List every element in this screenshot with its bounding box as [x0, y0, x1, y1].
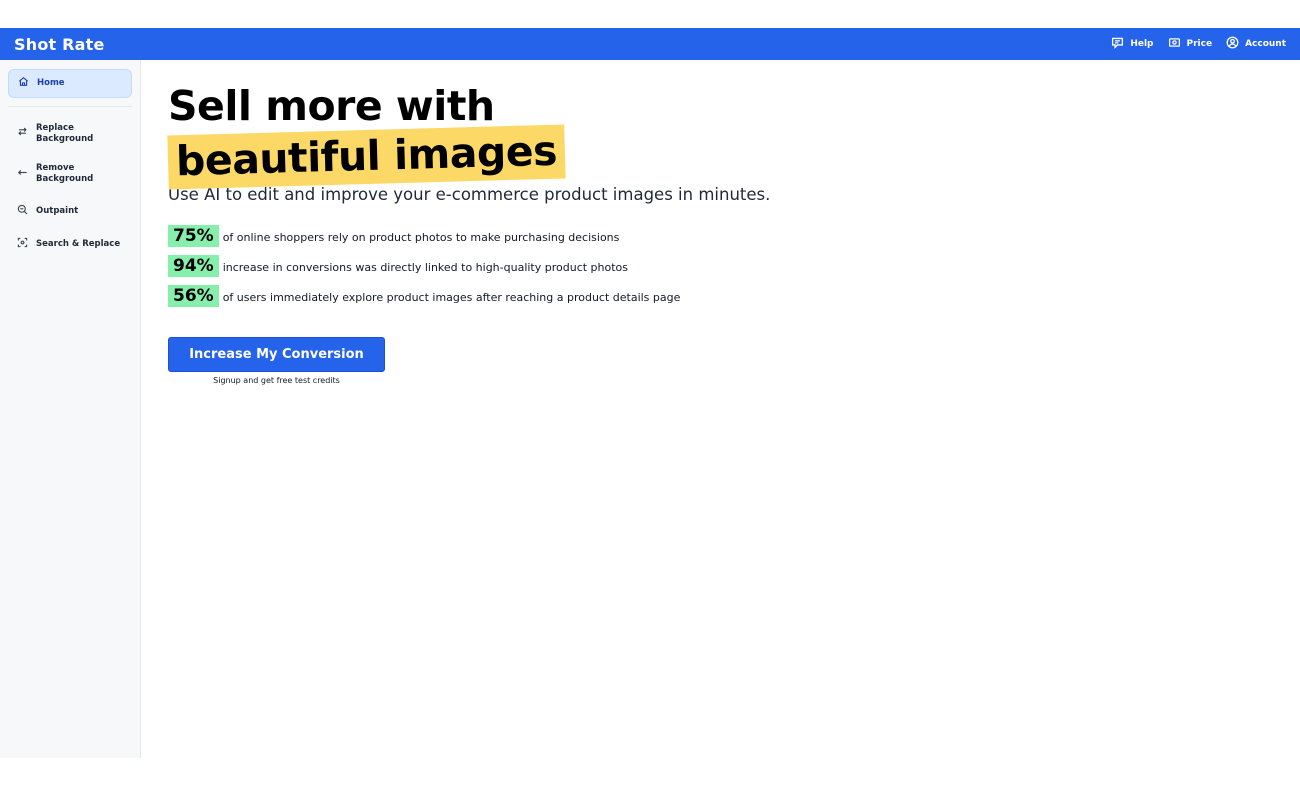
nav-account-label: Account — [1245, 39, 1286, 49]
top-spacer — [0, 0, 1300, 28]
sidebar-item-search-replace[interactable]: Search & Replace — [8, 231, 132, 258]
nav-help-link[interactable]: Help — [1111, 36, 1154, 52]
cta-section: Increase My Conversion Signup and get fr… — [168, 337, 385, 385]
hero-title-highlight: beautiful images — [167, 124, 566, 190]
top-navbar: Shot Rate Help Price Account — [0, 28, 1300, 60]
nav-price-label: Price — [1186, 39, 1213, 49]
sidebar: Home Replace Background Remove Backgroun… — [0, 60, 141, 758]
sidebar-divider — [8, 106, 132, 107]
nav-account-link[interactable]: Account — [1226, 36, 1286, 52]
sidebar-item-remove-background[interactable]: Remove Background — [8, 157, 132, 190]
sidebar-item-home[interactable]: Home — [8, 69, 132, 98]
nav-help-label: Help — [1130, 39, 1154, 49]
stat-value-badge: 94% — [168, 255, 219, 277]
stat-value-badge: 56% — [168, 285, 219, 307]
hero-subtitle: Use AI to edit and improve your e-commer… — [168, 185, 771, 204]
increase-conversion-button[interactable]: Increase My Conversion — [168, 337, 385, 372]
main-content: Sell more with beautiful images Use AI t… — [141, 60, 1300, 758]
sidebar-item-label: Outpaint — [36, 205, 79, 216]
cta-note: Signup and get free test credits — [213, 376, 340, 385]
hero-highlight-wrapper: beautiful images — [167, 124, 566, 190]
stat-row: 94% increase in conversions was directly… — [168, 251, 1273, 281]
focus-scan-icon — [17, 237, 28, 252]
app-logo[interactable]: Shot Rate — [14, 35, 105, 54]
user-circle-icon — [1226, 36, 1239, 52]
stat-description: of online shoppers rely on product photo… — [222, 231, 620, 244]
chat-bubble-icon — [1111, 36, 1124, 52]
app-layout: Home Replace Background Remove Backgroun… — [0, 60, 1300, 758]
nav-price-link[interactable]: Price — [1168, 36, 1213, 52]
swap-arrows-icon — [17, 126, 28, 141]
stat-row: 75% of online shoppers rely on product p… — [168, 221, 1273, 251]
zoom-out-icon — [17, 204, 28, 219]
stat-description: increase in conversions was directly lin… — [222, 261, 629, 274]
arrow-left-icon — [17, 167, 28, 182]
price-tag-icon — [1168, 36, 1181, 52]
sidebar-item-replace-background[interactable]: Replace Background — [8, 117, 132, 150]
hero-title: Sell more with — [168, 82, 495, 130]
top-nav-links: Help Price Account — [1111, 36, 1286, 52]
stat-description: of users immediately explore product ima… — [222, 291, 681, 304]
sidebar-item-label: Search & Replace — [36, 239, 121, 250]
sidebar-item-label: Home — [37, 78, 65, 89]
stats-list: 75% of online shoppers rely on product p… — [168, 221, 1273, 311]
sidebar-item-label: Replace Background — [36, 123, 94, 144]
sidebar-item-outpaint[interactable]: Outpaint — [8, 198, 132, 225]
home-icon — [18, 76, 29, 91]
stat-row: 56% of users immediately explore product… — [168, 281, 1273, 311]
sidebar-item-label: Remove Background — [36, 163, 94, 184]
stat-value-badge: 75% — [168, 225, 219, 247]
